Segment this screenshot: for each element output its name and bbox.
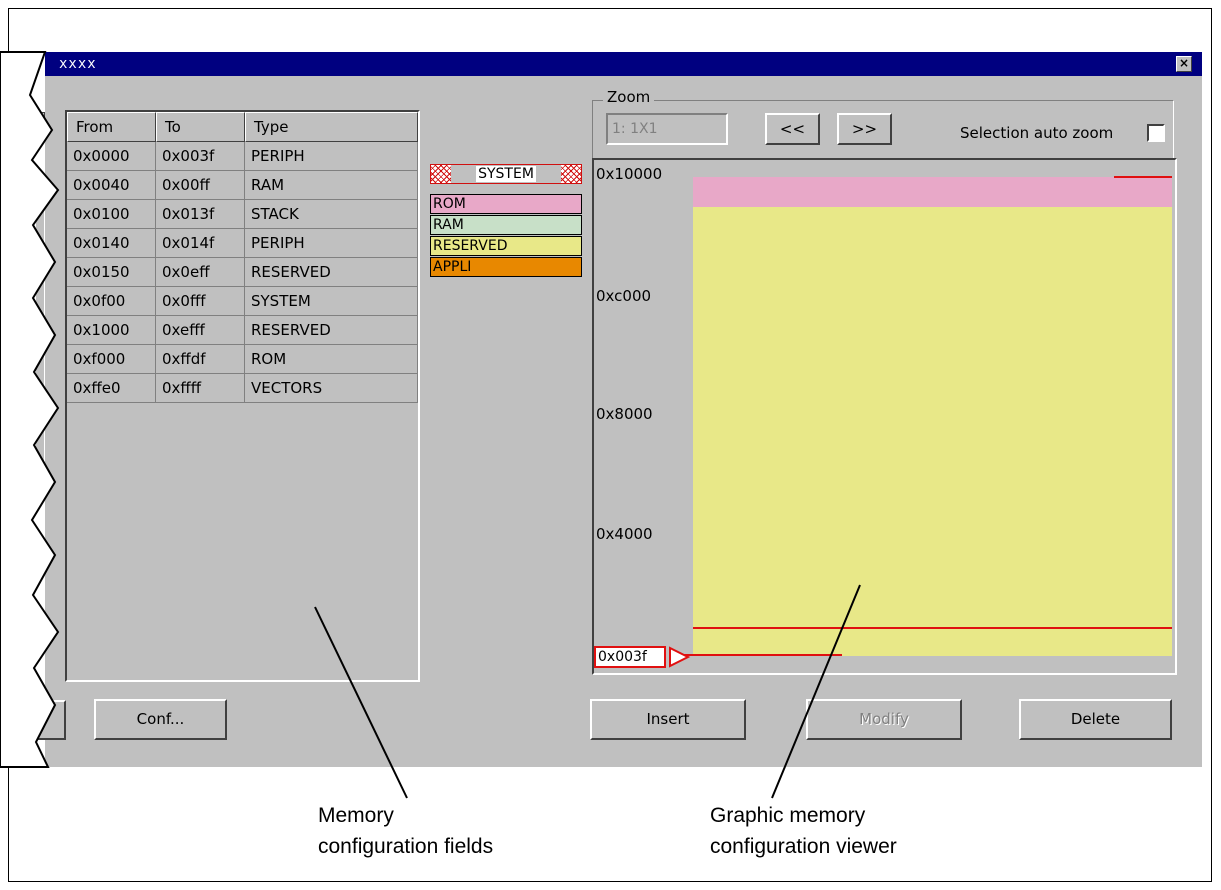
cell-from: 0xf000	[67, 345, 156, 373]
address-marker-label: 0x003f	[594, 646, 666, 668]
cell-to: 0x0fff	[156, 287, 245, 315]
column-header-to[interactable]: To	[156, 112, 245, 142]
marker-arrow-icon	[669, 646, 691, 668]
cell-to: 0xefff	[156, 316, 245, 344]
annotation-line: Graphic memory	[710, 804, 866, 827]
legend-system: SYSTEM	[430, 164, 582, 184]
title-bar[interactable]: xxxx ×	[45, 52, 1202, 76]
selection-auto-zoom-checkbox[interactable]	[1147, 124, 1165, 142]
y-label: 0x8000	[596, 405, 653, 423]
selection-marker-line	[680, 654, 842, 656]
conf-button[interactable]: Conf...	[94, 699, 227, 740]
hatch-pattern	[561, 165, 581, 183]
column-header-from[interactable]: From	[67, 112, 156, 142]
cell-type: RESERVED	[245, 258, 418, 286]
cell-from: 0x0150	[67, 258, 156, 286]
cell-to: 0x003f	[156, 142, 245, 170]
legend-reserved: RESERVED	[430, 236, 582, 256]
partial-left-control	[36, 172, 45, 464]
close-icon[interactable]: ×	[1176, 56, 1192, 72]
modify-button[interactable]: Modify	[806, 699, 962, 740]
table-header: From To Type	[67, 112, 418, 142]
table-row[interactable]: 0xf000 0xffdf ROM	[67, 345, 418, 374]
selection-auto-zoom-label: Selection auto zoom	[960, 124, 1114, 142]
annotation-memory-fields: Memory configuration fields	[318, 800, 493, 862]
cell-type: VECTORS	[245, 374, 418, 402]
cell-to: 0x014f	[156, 229, 245, 257]
zoom-next-button[interactable]: >>	[837, 113, 892, 145]
cell-type: STACK	[245, 200, 418, 228]
legend-rom: ROM	[430, 194, 582, 214]
y-label: 0xc000	[596, 287, 652, 305]
cell-from: 0x0100	[67, 200, 156, 228]
memory-config-table: From To Type 0x0000 0x003f PERIPH 0x0040 0x0…	[65, 110, 420, 682]
table-row[interactable]: 0x1000 0xefff RESERVED	[67, 316, 418, 345]
cell-from: 0x0040	[67, 171, 156, 199]
cell-type: RESERVED	[245, 316, 418, 344]
legend-appli: APPLI	[430, 257, 582, 277]
rom-region-block[interactable]	[693, 177, 1172, 207]
insert-button[interactable]: Insert	[590, 699, 746, 740]
y-label: 0x4000	[596, 525, 653, 543]
cell-type: ROM	[245, 345, 418, 373]
cell-type: PERIPH	[245, 229, 418, 257]
cell-to: 0x00ff	[156, 171, 245, 199]
annotation-line: configuration viewer	[710, 835, 897, 858]
boundary-line	[693, 627, 1172, 629]
cell-to: 0xffff	[156, 374, 245, 402]
cell-type: PERIPH	[245, 142, 418, 170]
annotation-line: Memory	[318, 804, 394, 827]
cell-to: 0x013f	[156, 200, 245, 228]
cell-type: SYSTEM	[245, 287, 418, 315]
hatch-pattern	[431, 165, 451, 183]
table-row[interactable]: 0x0100 0x013f STACK	[67, 200, 418, 229]
column-header-type[interactable]: Type	[245, 112, 418, 142]
table-row[interactable]: 0x0140 0x014f PERIPH	[67, 229, 418, 258]
zoom-prev-button[interactable]: <<	[765, 113, 820, 145]
table-row[interactable]: 0x0f00 0x0fff SYSTEM	[67, 287, 418, 316]
annotation-graphic-viewer: Graphic memory configuration viewer	[710, 800, 897, 862]
zoom-level-field[interactable]: 1: 1X1	[606, 113, 728, 145]
table-row[interactable]: 0x0000 0x003f PERIPH	[67, 142, 418, 171]
table-row[interactable]: 0x0040 0x00ff RAM	[67, 171, 418, 200]
window-title: xxxx	[59, 56, 97, 72]
delete-button[interactable]: Delete	[1019, 699, 1172, 740]
cell-from: 0x0140	[67, 229, 156, 257]
cell-type: RAM	[245, 171, 418, 199]
cell-from: 0x0000	[67, 142, 156, 170]
cell-to: 0x0eff	[156, 258, 245, 286]
reserved-region-block[interactable]	[693, 207, 1172, 656]
cell-from: 0xffe0	[67, 374, 156, 402]
annotation-line: configuration fields	[318, 835, 494, 858]
cell-from: 0x1000	[67, 316, 156, 344]
partial-left-button	[36, 700, 66, 740]
partial-left-control-top	[36, 112, 45, 136]
cell-from: 0x0f00	[67, 287, 156, 315]
y-label: 0x10000	[596, 165, 663, 183]
table-row[interactable]: 0xffe0 0xffff VECTORS	[67, 374, 418, 403]
cell-to: 0xffdf	[156, 345, 245, 373]
legend-ram: RAM	[430, 215, 582, 235]
table-row[interactable]: 0x0150 0x0eff RESERVED	[67, 258, 418, 287]
zoom-group-label: Zoom	[603, 88, 655, 106]
selection-marker-line	[1114, 176, 1172, 178]
